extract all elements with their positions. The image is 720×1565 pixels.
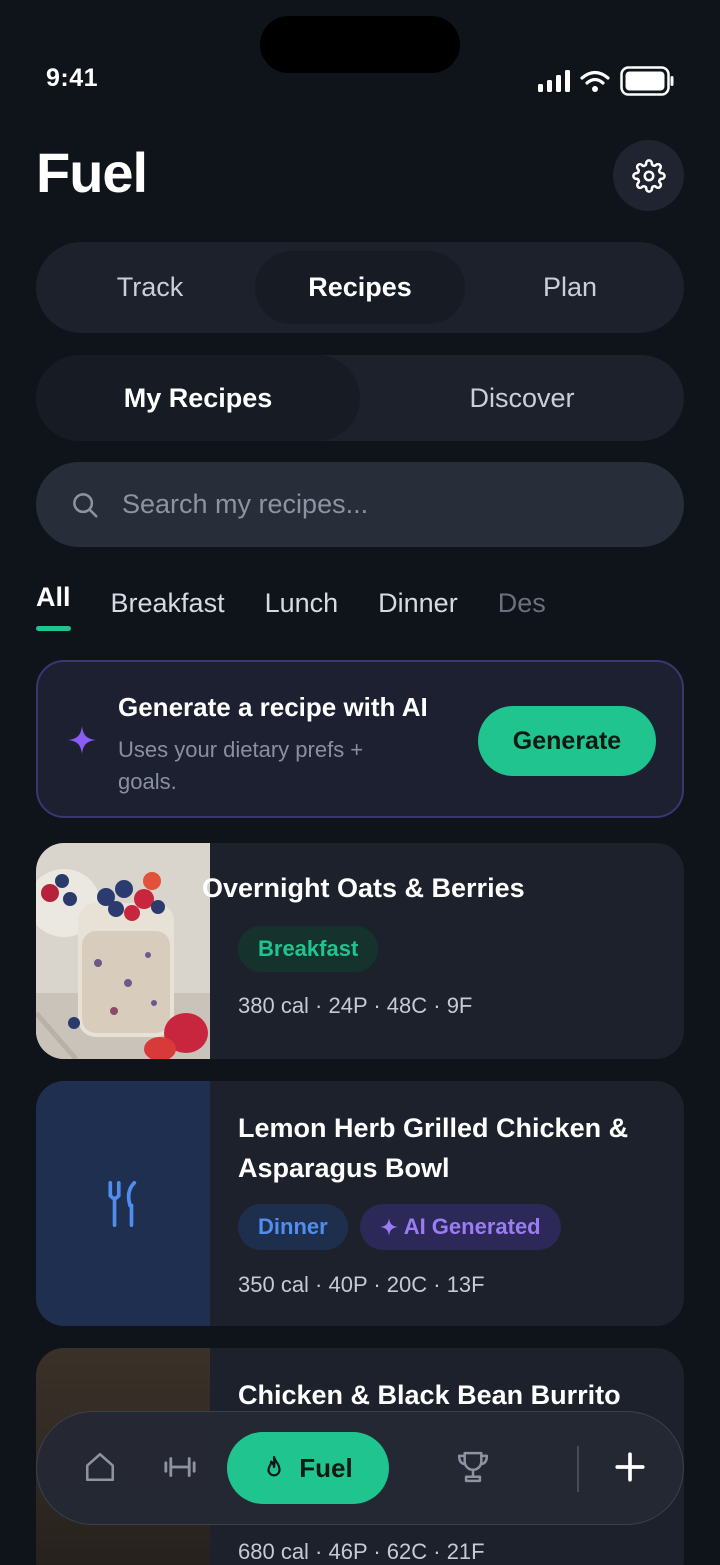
ai-card-title: Generate a recipe with AI: [118, 692, 428, 722]
plus-icon[interactable]: [613, 1450, 647, 1484]
gear-icon: [631, 158, 666, 193]
recipe-title: Overnight Oats & Berries: [202, 873, 525, 903]
main-tabs: Track Recipes Plan: [36, 242, 684, 333]
tag-ai-generated-label: AI Generated: [403, 1214, 541, 1239]
search-input[interactable]: Search my recipes...: [36, 462, 684, 547]
tab-plan[interactable]: Plan: [465, 251, 675, 324]
sparkle-icon: [379, 1218, 398, 1236]
tab-track[interactable]: Track: [45, 251, 255, 324]
recipe-source-tabs: My Recipes Discover: [36, 355, 684, 441]
ai-generate-card: Generate a recipe with AI Uses your diet…: [36, 660, 684, 818]
status-time: 9:41: [46, 64, 99, 92]
status-icons: [538, 66, 674, 96]
recipe-image-placeholder: [36, 1081, 210, 1326]
recipe-macros: 350 cal · 40P · 20C · 13F: [238, 1272, 485, 1297]
dumbbell-icon[interactable]: [163, 1450, 197, 1484]
tag-dinner: Dinner: [238, 1204, 348, 1250]
nav-fuel-label: Fuel: [299, 1452, 353, 1483]
bottom-nav: Fuel: [36, 1411, 684, 1525]
category-filter: All Breakfast Lunch Dinner Des: [36, 580, 586, 631]
recipe-macros: 680 cal · 46P · 62C · 21F: [238, 1539, 485, 1564]
page-title: Fuel: [36, 141, 148, 204]
category-lunch[interactable]: Lunch: [265, 580, 339, 619]
sparkle-icon: [68, 726, 96, 754]
search-icon: [73, 492, 98, 517]
category-breakfast[interactable]: Breakfast: [111, 580, 225, 619]
category-all[interactable]: All: [36, 580, 71, 631]
category-dinner[interactable]: Dinner: [378, 580, 458, 619]
wifi-icon: [580, 70, 610, 92]
tag-breakfast: Breakfast: [238, 926, 379, 972]
category-dessert[interactable]: Des: [498, 580, 546, 619]
tag-ai-generated: AI Generated: [359, 1204, 561, 1250]
recipe-tags: Dinner AI Generated: [238, 1204, 573, 1250]
cellular-signal-icon: [538, 70, 570, 92]
home-icon[interactable]: [83, 1450, 117, 1484]
recipe-macros: 380 cal · 24P · 48C · 9F: [238, 993, 473, 1018]
tab-recipes[interactable]: Recipes: [255, 251, 465, 324]
battery-icon: [620, 66, 674, 96]
nav-fuel-button[interactable]: Fuel: [227, 1432, 389, 1504]
settings-button[interactable]: [613, 140, 684, 211]
flame-icon: [267, 1455, 281, 1477]
recipe-title: Lemon Herb Grilled Chicken & Asparagus B…: [238, 1113, 629, 1183]
recipe-image: [36, 843, 210, 1059]
ai-card-subtitle: Uses your dietary prefs + goals.: [118, 737, 364, 794]
trophy-icon[interactable]: [455, 1450, 491, 1484]
tab-my-recipes[interactable]: My Recipes: [36, 355, 360, 441]
generate-button[interactable]: Generate: [478, 706, 656, 776]
fork-knife-icon: [108, 1180, 137, 1227]
recipe-tags: Breakfast: [238, 926, 390, 972]
dynamic-island: [260, 16, 460, 73]
nav-divider: [577, 1446, 579, 1492]
recipe-title: Chicken & Black Bean Burrito: [238, 1380, 621, 1410]
search-placeholder: Search my recipes...: [122, 489, 369, 519]
tab-discover[interactable]: Discover: [360, 355, 684, 441]
